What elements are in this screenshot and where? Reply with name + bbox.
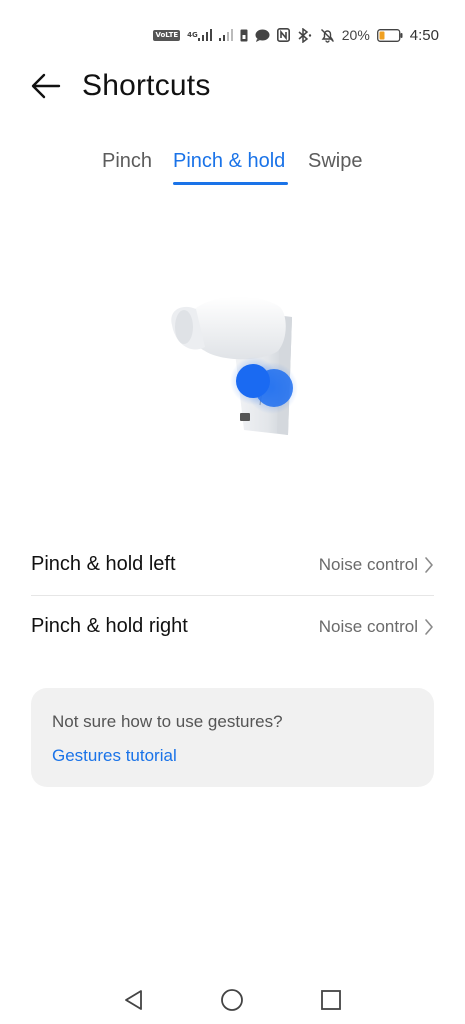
tab-selected-indicator [173,182,288,185]
back-triangle-icon [125,990,142,1010]
arrow-left-icon [31,73,61,99]
row-value-container: Noise control [319,555,434,575]
volte-label: VoLTE [153,29,181,41]
volte-icon: VoLTE [153,29,181,41]
signal-icon-2 [218,29,233,41]
chevron-right-icon [425,618,433,635]
page-title: Shortcuts [82,69,211,102]
row-value: Noise control [318,554,418,574]
gesture-help-card: Not sure how to use gestures? Gestures t… [31,688,434,787]
message-icon [255,29,270,42]
chevron-right-icon [425,556,433,573]
header: Shortcuts [0,62,465,112]
tab-pinch[interactable]: Pinch [102,150,152,173]
earbud-image [171,296,298,435]
navigation-bar [0,975,465,1024]
pinch-hold-right-row[interactable]: Pinch & hold right Noise control [31,595,434,657]
network-type-label: 4G [187,30,198,39]
signal-icon: 4G [187,29,212,41]
row-label: Pinch & hold right [31,615,188,637]
mute-icon [320,28,335,43]
help-question: Not sure how to use gestures? [52,712,283,731]
gestures-tutorial-link[interactable]: Gestures tutorial [52,746,177,766]
row-value-container: Noise control [319,617,434,637]
nav-back-button[interactable] [120,986,148,1014]
clock: 4:50 [409,26,439,44]
sim-icon [240,29,248,42]
tab-swipe[interactable]: Swipe [308,150,362,173]
nav-recent-button[interactable] [317,986,345,1014]
tab-pinch-and-hold[interactable]: Pinch & hold [173,150,285,173]
home-circle-icon [221,989,243,1011]
battery-percent: 20% [341,27,370,43]
status-icons: VoLTE 4G 20% 4:50 [153,25,439,45]
back-button[interactable] [29,71,63,101]
bluetooth-icon [297,27,313,43]
recent-square-icon [321,990,341,1010]
nfc-icon [276,28,290,42]
gesture-tabs: Pinch Pinch & hold Swipe [0,150,465,190]
shortcut-settings-list: Pinch & hold left Noise control Pinch & … [31,534,434,657]
status-bar: VoLTE 4G 20% 4:50 [0,0,465,68]
nav-home-button[interactable] [218,986,246,1014]
earbud-illustration [160,285,310,445]
row-label: Pinch & hold left [31,553,176,575]
pinch-hold-left-row[interactable]: Pinch & hold left Noise control [31,534,434,595]
row-value: Noise control [318,616,418,636]
battery-icon [376,28,403,42]
